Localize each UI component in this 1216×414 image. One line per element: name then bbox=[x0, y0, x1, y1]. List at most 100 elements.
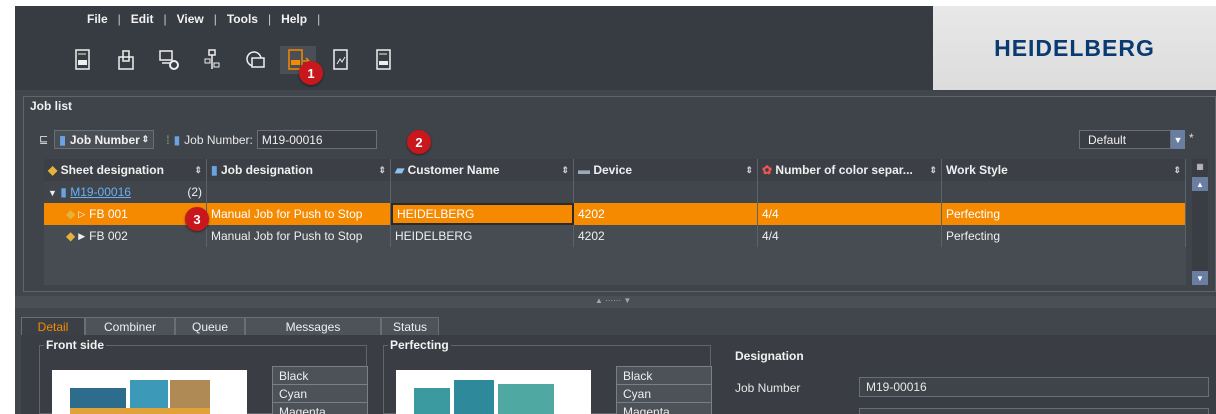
menu-file[interactable]: File bbox=[81, 12, 114, 26]
table-row[interactable]: ◆ ▶ FB 002 Manual Job for Push to Stop HEI… bbox=[44, 225, 1186, 247]
view-preset-select[interactable]: Default bbox=[1079, 130, 1171, 149]
callout-badge-3: 3 bbox=[185, 207, 209, 231]
job-sheet-button[interactable] bbox=[65, 46, 101, 74]
top-toolbar-area: File | Edit | View | Tools | Help | bbox=[15, 6, 933, 90]
callout-badge-2: 2 bbox=[407, 130, 431, 154]
tab-detail[interactable]: Detail bbox=[21, 317, 85, 335]
job-number-field[interactable]: M19-00016 bbox=[859, 377, 1209, 397]
sort-icon: ⇕ bbox=[745, 164, 753, 175]
job-table: ◆ Sheet designation ⇕ ▮ Job designation ⇕ … bbox=[44, 159, 1186, 285]
stacker-icon bbox=[118, 50, 134, 70]
group-row[interactable]: ▼ ▮ M19-00016 (2) bbox=[44, 181, 1186, 203]
perfecting-title: Perfecting bbox=[388, 338, 451, 352]
group-tree-icon[interactable]: ⊑ bbox=[39, 133, 48, 146]
job-number-filter-label: Job Number: bbox=[184, 132, 253, 147]
scroll-up-icon[interactable]: ▲ bbox=[1192, 177, 1208, 191]
separation-item[interactable]: Black bbox=[616, 366, 712, 384]
menu-separator: | bbox=[317, 12, 321, 26]
detail-tabs: Detail Combiner Queue Messages Status bbox=[21, 317, 439, 335]
job-list-title: Job list bbox=[30, 99, 73, 113]
sort-icon: ⇕ bbox=[929, 164, 937, 175]
job-icon: ▮ bbox=[211, 163, 218, 177]
sort-icon: ⇕ bbox=[378, 164, 386, 175]
tab-status[interactable]: Status bbox=[381, 317, 439, 335]
color-separations-cell: 4/4 bbox=[758, 225, 942, 247]
sheet-icon: ◆ bbox=[48, 163, 58, 177]
device-cell: 4202 bbox=[574, 225, 758, 247]
tab-messages[interactable]: Messages bbox=[245, 317, 381, 335]
group-by-select[interactable]: ▮ Job Number ⇕ bbox=[54, 130, 155, 149]
report-button[interactable] bbox=[323, 46, 359, 74]
job-list-panel: Job list ⊑ ▮ Job Number ⇕ ⁞ ▮ Job Number… bbox=[23, 96, 1216, 292]
job-number-filter-input[interactable]: M19-00016 bbox=[256, 130, 377, 149]
splitter-grip-icon: ▲ ⋯⋯ ▼ bbox=[595, 296, 632, 305]
perfecting-panel: Perfecting Black Cyan Magenta bbox=[383, 338, 712, 414]
job-report-button[interactable] bbox=[366, 46, 402, 74]
designation-heading: Designation bbox=[735, 349, 804, 363]
separation-item[interactable]: Cyan bbox=[616, 384, 712, 402]
separation-item[interactable]: Black bbox=[272, 366, 368, 384]
separation-item[interactable]: Cyan bbox=[272, 384, 368, 402]
job-icon: ▮ bbox=[173, 132, 181, 147]
updown-icon: ⇕ bbox=[141, 134, 150, 144]
menu-separator: | bbox=[267, 12, 272, 26]
callout-badge-1: 1 bbox=[299, 61, 323, 85]
group-cell: ▼ ▮ M19-00016 (2) bbox=[44, 181, 207, 203]
filter-icon: ⁞ bbox=[166, 132, 170, 147]
stacker-button[interactable] bbox=[108, 46, 144, 74]
perfecting-thumbnail[interactable] bbox=[396, 370, 591, 414]
play-icon: ▶ bbox=[78, 230, 86, 241]
column-header-job-designation[interactable]: ▮ Job designation ⇕ bbox=[207, 159, 391, 181]
expand-triangle-icon[interactable]: ▼ bbox=[48, 188, 57, 198]
column-header-sheet-designation[interactable]: ◆ Sheet designation ⇕ bbox=[44, 159, 207, 181]
tree-structure-button[interactable] bbox=[194, 46, 230, 74]
workstation-settings-button[interactable] bbox=[151, 46, 187, 74]
sheet-designation-cell: ◆ ▷ FB 001 bbox=[44, 203, 207, 225]
perfecting-separation-list: Black Cyan Magenta bbox=[616, 366, 712, 414]
column-header-color-separations[interactable]: ✿ Number of color separ... ⇕ bbox=[758, 159, 942, 181]
job-number-label: Job Number bbox=[735, 381, 801, 395]
tree-icon bbox=[204, 49, 220, 69]
menu-view[interactable]: View bbox=[171, 12, 210, 26]
detail-area: Detail Combiner Queue Messages Status Fr… bbox=[15, 308, 1216, 414]
table-header-row: ◆ Sheet designation ⇕ ▮ Job designation ⇕ … bbox=[44, 159, 1186, 181]
customer-name-cell: HEIDELBERG bbox=[391, 203, 574, 225]
job-designation-cell: Manual Job for Push to Stop bbox=[207, 225, 391, 247]
front-separation-list: Black Cyan Magenta bbox=[272, 366, 368, 414]
separation-item[interactable]: Magenta bbox=[272, 402, 368, 414]
network-print-icon bbox=[246, 51, 265, 68]
menu-tools[interactable]: Tools bbox=[221, 12, 264, 26]
column-header-customer-name[interactable]: ▰ Customer Name ⇕ bbox=[391, 159, 574, 181]
tab-queue[interactable]: Queue bbox=[175, 317, 245, 335]
job-icon: ▮ bbox=[60, 185, 67, 199]
job-designation-cell: Manual Job for Push to Stop bbox=[207, 203, 391, 225]
menu-separator: | bbox=[117, 12, 121, 26]
brand-area: HEIDELBERG bbox=[933, 6, 1216, 90]
work-style-cell: Perfecting bbox=[942, 225, 1186, 247]
menu-help[interactable]: Help bbox=[275, 12, 313, 26]
network-print-button[interactable] bbox=[237, 46, 273, 74]
scroll-down-icon[interactable]: ▼ bbox=[1192, 271, 1208, 285]
device-cell: 4202 bbox=[574, 203, 758, 225]
separation-item[interactable]: Magenta bbox=[616, 402, 712, 414]
front-side-thumbnail[interactable] bbox=[52, 370, 247, 414]
customer-name-cell: HEIDELBERG bbox=[391, 225, 574, 247]
table-row[interactable]: ◆ ▷ FB 001 Manual Job for Push to Stop HEI… bbox=[44, 203, 1186, 225]
job-sheet-icon bbox=[75, 49, 90, 70]
sheet-icon: ◆ bbox=[66, 207, 76, 221]
color-separation-icon: ✿ bbox=[762, 163, 773, 177]
column-header-device[interactable]: ▬ Device ⇕ bbox=[574, 159, 758, 181]
panel-splitter[interactable]: ▲ ⋯⋯ ▼ bbox=[15, 296, 1216, 308]
menu-bar: File | Edit | View | Tools | Help | bbox=[81, 12, 324, 26]
menu-separator: | bbox=[213, 12, 217, 26]
group-job-number-link[interactable]: M19-00016 bbox=[70, 185, 131, 199]
next-detail-field[interactable] bbox=[859, 408, 1209, 414]
vertical-scrollbar[interactable]: ▦ ▲ ▼ bbox=[1192, 159, 1208, 285]
sort-icon: ⇕ bbox=[194, 164, 202, 175]
tab-combiner[interactable]: Combiner bbox=[85, 317, 175, 335]
chevron-down-icon[interactable]: ▼ bbox=[1171, 130, 1185, 149]
column-chooser-icon[interactable]: ▦ bbox=[1192, 159, 1208, 173]
menu-edit[interactable]: Edit bbox=[125, 12, 160, 26]
sheet-designation-cell: ◆ ▶ FB 002 bbox=[44, 225, 207, 247]
column-header-work-style[interactable]: Work Style ⇕ bbox=[942, 159, 1186, 181]
